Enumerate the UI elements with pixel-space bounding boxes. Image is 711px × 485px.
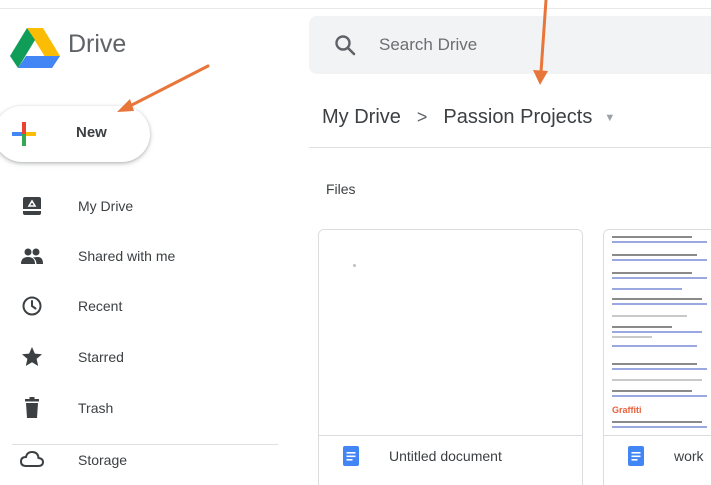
header-divider: [309, 147, 711, 148]
preview-line: [612, 345, 697, 347]
preview-line: [612, 288, 682, 290]
sidebar-item-storage[interactable]: Storage: [0, 440, 290, 480]
preview-line: [612, 390, 692, 392]
preview-line: [612, 426, 707, 428]
sidebar-item-label: Trash: [78, 400, 114, 416]
sidebar-item-label: Recent: [78, 298, 123, 314]
drive-logo-icon[interactable]: [10, 28, 60, 68]
preview-line: [612, 272, 692, 274]
preview-line: [612, 241, 707, 243]
preview-line: [612, 315, 687, 317]
file-name: Untitled document: [389, 448, 502, 464]
new-button[interactable]: New: [0, 106, 150, 162]
sidebar-item-label: Shared with me: [78, 248, 176, 264]
my-drive-icon: [23, 197, 41, 215]
top-edge-line: [0, 8, 711, 9]
preview-line: [612, 331, 702, 333]
file-thumbnail: [319, 230, 582, 435]
search-bar[interactable]: [309, 16, 711, 74]
clock-icon: [22, 296, 42, 316]
preview-line: [612, 236, 692, 238]
sidebar-item-label: Storage: [78, 452, 128, 468]
sidebar-item-my-drive[interactable]: My Drive: [0, 186, 290, 226]
preview-line: [612, 254, 697, 256]
file-thumbnail: Graffiti: [604, 230, 711, 435]
file-card-footer: Untitled document: [319, 435, 582, 485]
file-card-footer: work: [604, 435, 711, 485]
preview-highlight-text: Graffiti: [612, 405, 642, 415]
trash-icon: [25, 397, 39, 418]
sidebar-item-trash[interactable]: Trash: [0, 388, 290, 428]
preview-line: [612, 303, 707, 305]
preview-line: [612, 395, 707, 397]
preview-line: [612, 363, 697, 365]
preview-line: [612, 368, 707, 370]
sidebar-item-label: Starred: [78, 349, 124, 365]
preview-line: [612, 259, 707, 261]
people-icon: [21, 248, 43, 264]
search-icon[interactable]: [333, 33, 357, 57]
arrow-to-new-button: [117, 64, 210, 112]
breadcrumb-separator: >: [416, 107, 428, 127]
blank-page-mark: [353, 264, 356, 267]
file-card-work[interactable]: Graffiti work: [603, 229, 711, 485]
new-button-label: New: [76, 124, 107, 141]
google-docs-icon: [628, 446, 644, 466]
preview-line: [612, 421, 702, 423]
sidebar-item-shared-with-me[interactable]: Shared with me: [0, 236, 290, 276]
file-card-untitled-document[interactable]: Untitled document: [318, 229, 583, 485]
chevron-down-icon[interactable]: ▼: [604, 112, 615, 124]
breadcrumb-passion-projects[interactable]: Passion Projects: [443, 104, 592, 131]
file-name: work: [674, 448, 704, 464]
preview-line: [612, 326, 672, 328]
preview-line: [612, 336, 652, 338]
search-input[interactable]: [379, 30, 679, 60]
sidebar-item-starred[interactable]: Starred: [0, 337, 290, 377]
plus-icon: [12, 122, 36, 146]
preview-line: [612, 298, 702, 300]
breadcrumb: My Drive > Passion Projects ▼: [322, 104, 615, 131]
sidebar-item-recent[interactable]: Recent: [0, 286, 290, 326]
cloud-icon: [20, 450, 44, 467]
google-docs-icon: [343, 446, 359, 466]
app-name[interactable]: Drive: [68, 30, 126, 59]
preview-line: [612, 379, 702, 381]
sidebar-item-label: My Drive: [78, 198, 134, 214]
files-heading: Files: [326, 181, 356, 197]
star-icon: [22, 347, 42, 366]
breadcrumb-my-drive[interactable]: My Drive: [322, 104, 401, 131]
preview-line: [612, 277, 707, 279]
